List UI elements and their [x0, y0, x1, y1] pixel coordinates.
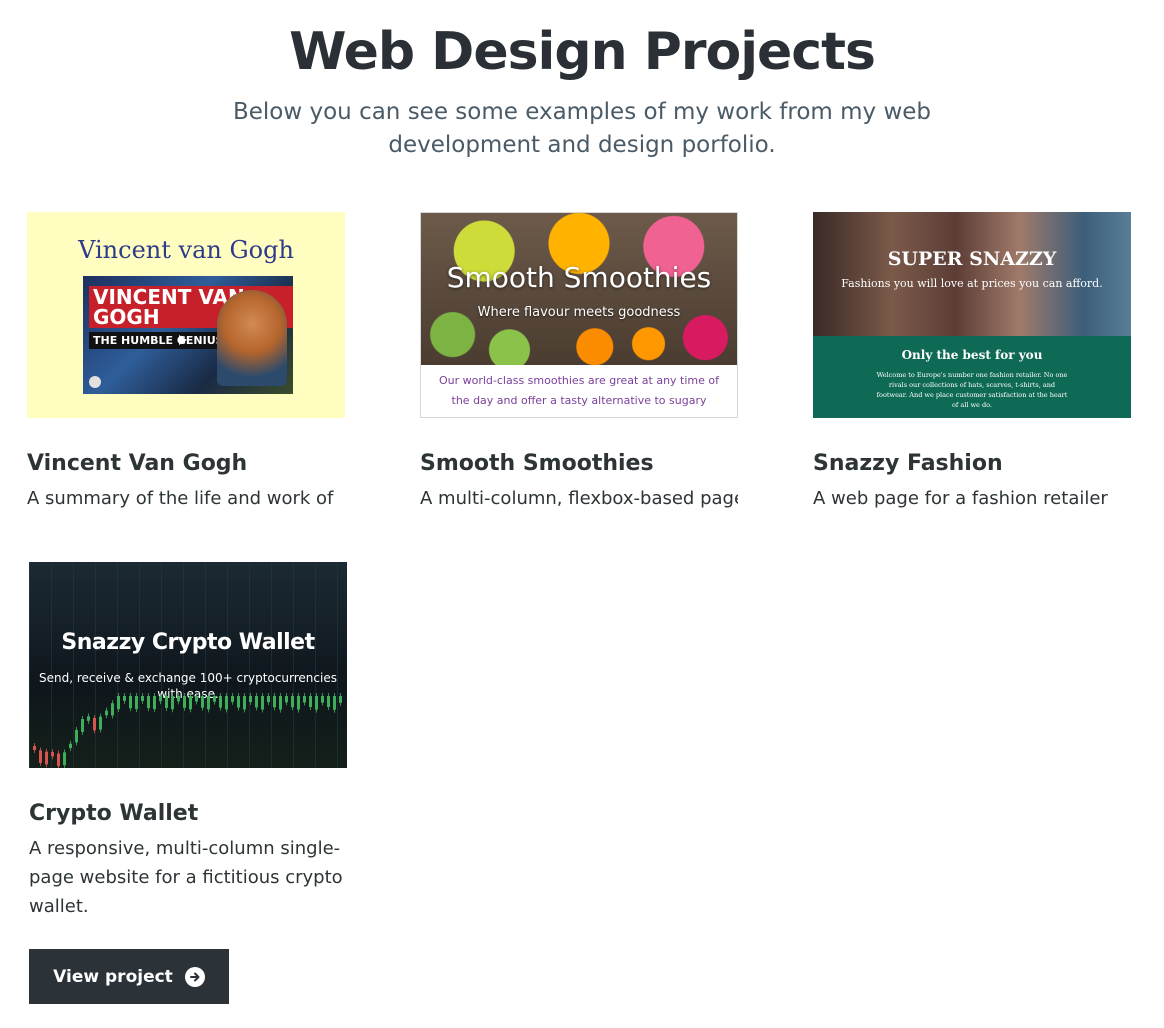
candle-body [279, 696, 282, 710]
project-title: Smooth Smoothies [420, 451, 654, 476]
project-description: A responsive, multi-column single-page w… [29, 838, 343, 917]
candle-body [57, 753, 60, 767]
candle-body [105, 710, 108, 716]
candle-body [201, 696, 204, 708]
project-title: Snazzy Fashion [813, 451, 1003, 476]
candle-body [159, 696, 162, 702]
candle-body [339, 696, 342, 703]
candle-body [225, 696, 228, 710]
candle-body [99, 716, 102, 730]
candle-body [309, 696, 312, 708]
project-thumbnail[interactable]: Snazzy Crypto Wallet Send, receive & exc… [29, 562, 347, 768]
thumbnail-body: Welcome to Europe's number one fashion r… [876, 371, 1068, 409]
thumbnail-tagline: Fashions you will love at prices you can… [841, 277, 1103, 290]
candle-body [195, 696, 198, 702]
candle-body [165, 696, 168, 708]
candle-body [249, 696, 252, 703]
candle-body [255, 696, 258, 708]
view-project-button[interactable]: View project [29, 949, 229, 1004]
project-title: Crypto Wallet [29, 801, 199, 826]
candle-body [111, 703, 114, 716]
candle-body [273, 696, 276, 708]
candle-body [333, 696, 336, 710]
candle-body [291, 696, 294, 708]
project-description: A multi-column, flexbox-based page [420, 488, 738, 509]
candle-body [51, 752, 54, 757]
view-project-label: View project [53, 966, 173, 987]
project-thumbnail[interactable]: Smooth Smoothies Where flavour meets goo… [420, 212, 738, 418]
channel-avatar [89, 376, 101, 388]
fashion-photo [813, 212, 1131, 336]
candle-body [117, 696, 120, 710]
page-title: Web Design Projects [289, 22, 876, 82]
candle-body [183, 696, 186, 708]
portfolio-page: Web Design Projects Below you can see so… [0, 0, 1164, 1028]
project-card-smooth-smoothies[interactable]: Smooth Smoothies Where flavour meets goo… [420, 212, 738, 509]
thumbnail-body: Our world-class smoothies are great at a… [438, 374, 720, 407]
candle-body [129, 696, 132, 709]
candle-body [171, 696, 174, 710]
project-description: A web page for a fashion retailer [813, 488, 1108, 509]
candle-body [141, 696, 144, 702]
candle-body [243, 696, 246, 710]
candle-body [69, 743, 72, 749]
candle-body [285, 696, 288, 703]
project-description: A summary of the life and work of [27, 488, 334, 509]
thumbnail-tagline: Where flavour meets goodness [477, 305, 681, 320]
candle-body [219, 696, 222, 708]
candle-body [33, 746, 36, 750]
candle-body [303, 696, 306, 703]
candle-body [87, 716, 90, 721]
candle-body [321, 696, 324, 703]
project-card-crypto-wallet[interactable]: Snazzy Crypto Wallet Send, receive & exc… [29, 562, 347, 917]
candle-body [147, 696, 150, 709]
candle-body [267, 696, 270, 703]
candle-body [231, 696, 234, 702]
candle-body [327, 696, 330, 707]
candle-body [135, 696, 138, 710]
video-subtitle-text: THE HUMBLE GENIUS [89, 332, 228, 349]
page-subtitle: Below you can see some examples of my wo… [232, 99, 932, 158]
candle-body [207, 696, 210, 710]
candlestick-chart-decoration [33, 693, 342, 768]
project-card-snazzy-fashion[interactable]: SUPER SNAZZY Fashions you will love at p… [813, 212, 1131, 509]
candle-body [153, 696, 156, 710]
candle-body [63, 752, 66, 766]
project-title: Vincent Van Gogh [27, 451, 248, 476]
candle-body [297, 696, 300, 710]
candle-body [123, 696, 126, 701]
project-card-vincent-van-gogh[interactable]: Vincent van Gogh VINCENT VAN GOGH THE HU… [27, 212, 345, 509]
candle-body [177, 696, 180, 702]
arrow-circle-right-icon [184, 966, 205, 987]
candle-body [261, 696, 264, 710]
video-embed[interactable]: VINCENT VAN GOGH THE HUMBLE GENIUS [83, 276, 293, 394]
thumbnail-heading: Vincent van Gogh [78, 236, 294, 264]
candle-body [315, 696, 318, 710]
candle-body [45, 751, 48, 765]
candle-body [93, 717, 96, 731]
candle-body [39, 750, 42, 763]
thumbnail-heading: Snazzy Crypto Wallet [61, 630, 315, 655]
candle-body [75, 729, 78, 743]
play-icon[interactable] [179, 335, 187, 345]
candle-body [81, 719, 84, 732]
candle-body [213, 696, 216, 702]
candle-body [237, 696, 240, 708]
thumbnail-heading: Smooth Smoothies [446, 261, 712, 294]
project-thumbnail[interactable]: SUPER SNAZZY Fashions you will love at p… [813, 212, 1131, 418]
candle-body [189, 696, 192, 710]
thumbnail-heading: SUPER SNAZZY [887, 248, 1057, 270]
portrait-image [217, 290, 287, 386]
thumbnail-subheading: Only the best for you [901, 348, 1043, 362]
project-thumbnail[interactable]: Vincent van Gogh VINCENT VAN GOGH THE HU… [27, 212, 345, 418]
